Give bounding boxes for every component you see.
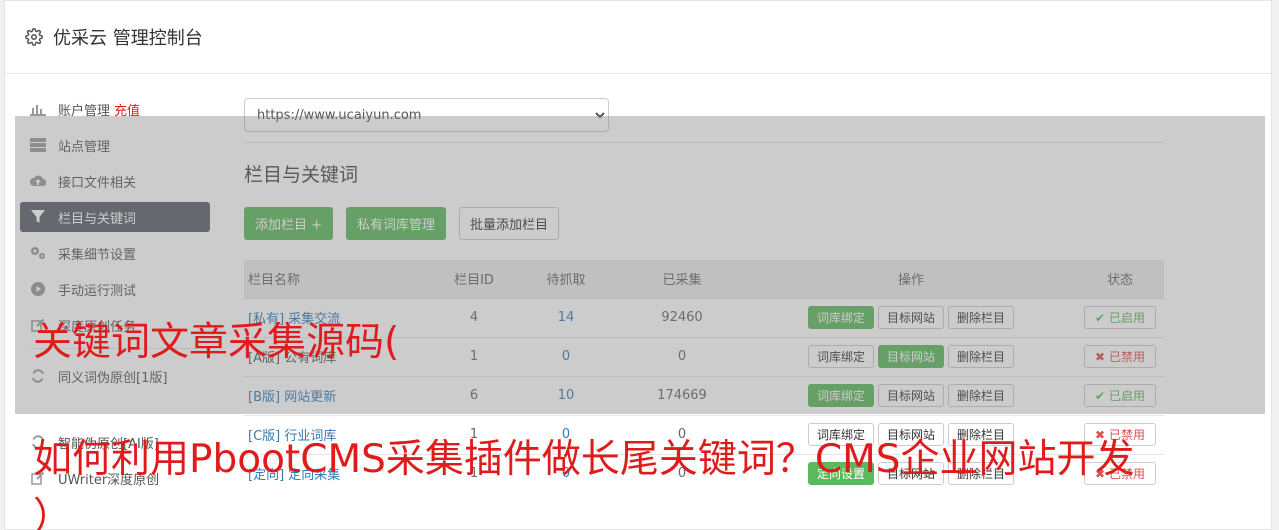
- target-site-button[interactable]: 目标网站: [877, 306, 944, 329]
- sidebar-item-label: 账户管理: [58, 103, 111, 119]
- check-icon: ✔: [1095, 310, 1106, 325]
- cell-collected: 174669: [618, 375, 746, 415]
- lexicon-bind-button[interactable]: 词库绑定: [807, 345, 874, 368]
- sidebar-item-label: 站点管理: [58, 139, 111, 155]
- site-select[interactable]: https://www.ucaiyun.com: [244, 98, 609, 132]
- col-header-status: 状态: [1076, 260, 1164, 298]
- cell-pending[interactable]: 0: [514, 336, 618, 376]
- cell-id: 4: [434, 297, 514, 337]
- col-header-name: 栏目名称: [244, 260, 434, 298]
- cell-id: 1: [434, 336, 514, 376]
- toolbar: 添加栏目 + 私有词库管理 批量添加栏目: [244, 207, 1164, 240]
- x-icon: ✖: [1095, 349, 1106, 364]
- col-header-pending: 待抓取: [514, 260, 618, 298]
- col-header-collected: 已采集: [618, 260, 746, 298]
- sidebar-item-sites[interactable]: 站点管理: [20, 130, 210, 160]
- delete-column-button[interactable]: 删除栏目: [948, 306, 1015, 329]
- private-lexicon-button[interactable]: 私有词库管理: [346, 207, 447, 240]
- sidebar-item-account[interactable]: 账户管理 充值: [20, 94, 210, 124]
- sidebar-item-collect-settings[interactable]: 采集细节设置: [20, 238, 210, 268]
- server-icon: [30, 137, 46, 153]
- check-icon: ✔: [1095, 388, 1106, 403]
- bar-chart-icon: [30, 101, 46, 117]
- status-toggle-button[interactable]: ✖ 已禁用: [1084, 345, 1156, 368]
- cell-pending[interactable]: 14: [514, 297, 618, 337]
- batch-add-button[interactable]: 批量添加栏目: [459, 207, 560, 240]
- table-header-row: 栏目名称 栏目ID 待抓取 已采集 操作 状态: [244, 260, 1164, 298]
- sidebar-item-synonym-rewrite[interactable]: 同义词伪原创[1版]: [20, 361, 210, 391]
- cell-status: ✔ 已启用: [1076, 297, 1164, 337]
- recharge-link[interactable]: 充值: [114, 100, 140, 119]
- play-circle-icon: [30, 281, 46, 297]
- gears-icon: [30, 245, 46, 261]
- col-header-ops: 操作: [746, 260, 1076, 298]
- status-toggle-button[interactable]: ✔ 已启用: [1084, 306, 1156, 329]
- console-title: 优采云 管理控制台: [53, 28, 203, 49]
- section-divider: [244, 142, 1164, 143]
- status-label: 已禁用: [1108, 350, 1145, 364]
- cell-ops: 词库绑定 目标网站 删除栏目: [746, 336, 1076, 376]
- add-column-button[interactable]: 添加栏目 +: [244, 207, 334, 240]
- cell-status: ✖ 已禁用: [1076, 336, 1164, 376]
- cell-ops: 词库绑定 目标网站 删除栏目: [746, 375, 1076, 415]
- delete-column-button[interactable]: 删除栏目: [948, 384, 1015, 407]
- cell-pending[interactable]: 10: [514, 375, 618, 415]
- sidebar-item-interface-files[interactable]: 接口文件相关: [20, 166, 210, 196]
- status-label: 已启用: [1108, 311, 1145, 325]
- cell-id: 6: [434, 375, 514, 415]
- cell-collected: 0: [618, 336, 746, 376]
- overlay-caption-2: 如何利用PbootCMS采集插件做长尾关键词？CMS企业网站开发: [33, 437, 1135, 482]
- section-title: 栏目与关键词: [244, 164, 359, 186]
- refresh-icon: [30, 368, 46, 384]
- column-tag: [B版]: [248, 390, 281, 405]
- overlay-caption-1: 关键词文章采集源码(: [33, 320, 400, 365]
- sidebar-item-label: 栏目与关键词: [58, 211, 137, 227]
- sidebar-item-label: 采集细节设置: [58, 247, 137, 263]
- overlay-caption-3: ）: [33, 495, 73, 530]
- col-header-id: 栏目ID: [434, 260, 514, 298]
- sidebar-item-manual-run[interactable]: 手动运行测试: [20, 274, 210, 304]
- cell-ops: 词库绑定 目标网站 删除栏目: [746, 297, 1076, 337]
- cell-collected: 92460: [618, 297, 746, 337]
- target-site-button[interactable]: 目标网站: [877, 384, 944, 407]
- console-header: 优采云 管理控制台: [5, 1, 1271, 74]
- cell-name: [B版] 网站更新: [244, 375, 434, 415]
- sidebar-item-label: 接口文件相关: [58, 175, 137, 191]
- column-name-link[interactable]: 网站更新: [284, 390, 336, 405]
- lexicon-bind-button[interactable]: 词库绑定: [807, 384, 874, 407]
- gear-icon: [25, 28, 43, 46]
- sidebar-item-label: 同义词伪原创[1版]: [58, 370, 168, 386]
- sidebar-item-label: 手动运行测试: [58, 283, 137, 299]
- status-toggle-button[interactable]: ✔ 已启用: [1084, 384, 1156, 407]
- cell-status: ✔ 已启用: [1076, 375, 1164, 415]
- target-site-button[interactable]: 目标网站: [877, 345, 944, 368]
- table-row: [B版] 网站更新 6 10 174669 词库绑定 目标网站 删除栏目 ✔ 已启用: [244, 375, 1164, 415]
- delete-column-button[interactable]: 删除栏目: [948, 345, 1015, 368]
- cloud-upload-icon: [30, 173, 46, 189]
- main-content: https://www.ucaiyun.com 栏目与关键词 添加栏目 + 私有…: [244, 98, 1164, 493]
- sidebar-item-columns-keywords[interactable]: 栏目与关键词: [20, 202, 210, 232]
- status-label: 已启用: [1108, 389, 1145, 403]
- filter-icon: [30, 209, 46, 225]
- lexicon-bind-button[interactable]: 词库绑定: [807, 306, 874, 329]
